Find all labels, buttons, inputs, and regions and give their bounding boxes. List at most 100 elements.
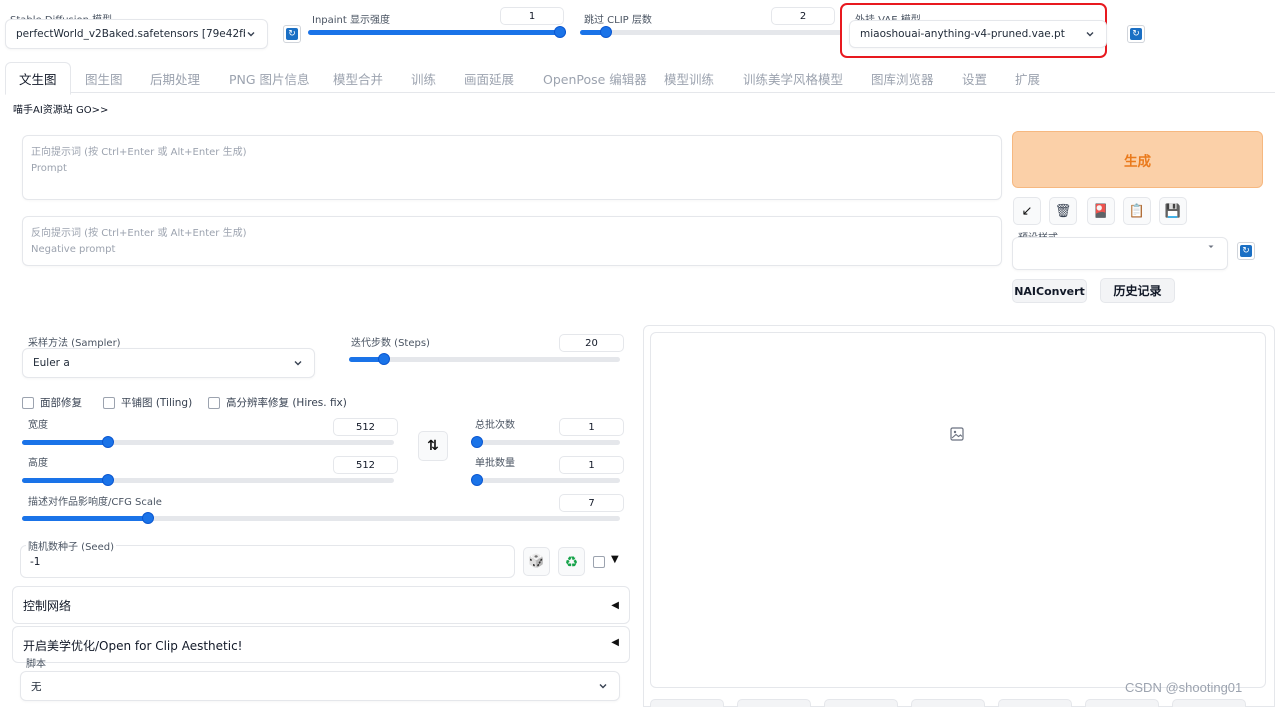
aesthetic-accordion[interactable]: 开启美学优化/Open for Clip Aesthetic! ◀	[12, 626, 630, 663]
tab-model-train[interactable]: 模型训练	[664, 69, 714, 88]
naiconvert-button[interactable]: NAIConvert	[1012, 279, 1087, 303]
steps-input[interactable]: 20	[559, 334, 624, 352]
clip-input[interactable]: 2	[771, 7, 835, 25]
random-seed-button[interactable]: 🎲	[523, 547, 550, 576]
show-extra-networks-button[interactable]: 🎴	[1087, 197, 1115, 225]
slider-thumb[interactable]	[600, 26, 613, 38]
refresh-styles-button[interactable]: ↻	[1237, 242, 1255, 260]
tab-aesthetic-train[interactable]: 训练美学风格模型	[743, 69, 843, 88]
styles-select[interactable]	[1012, 237, 1228, 270]
steps-label: 迭代步数 (Steps)	[351, 338, 430, 349]
slider-thumb[interactable]	[378, 353, 391, 365]
sampler-value: Euler a	[33, 357, 70, 369]
tiling-checkbox[interactable]: 平铺图 (Tiling)	[103, 395, 192, 410]
output-action-button[interactable]	[737, 699, 811, 707]
clear-prompt-button[interactable]: 🗑	[1049, 197, 1077, 225]
csdn-watermark: CSDN @shooting01	[1125, 680, 1243, 695]
generate-button[interactable]: 生成	[1012, 131, 1263, 188]
apply-style-button[interactable]: 📋	[1123, 197, 1151, 225]
tab-model-merge[interactable]: 模型合并	[333, 69, 383, 88]
refresh-vae-button[interactable]: ↻	[1127, 25, 1145, 43]
tab-png-info[interactable]: PNG 图片信息	[229, 69, 310, 88]
face-restore-checkbox[interactable]: 面部修复	[22, 395, 82, 410]
checkbox-box[interactable]	[208, 396, 220, 409]
batch-count-input[interactable]: 1	[559, 418, 624, 436]
batch-count-slider[interactable]	[471, 436, 620, 448]
read-params-button[interactable]: ↙	[1013, 197, 1041, 225]
tab-outpaint[interactable]: 画面延展	[464, 69, 514, 88]
sampler-select[interactable]: Euler a	[22, 348, 315, 378]
tab-txt2img[interactable]: 文生图	[5, 62, 71, 95]
cfg-label: 描述对作品影响度/CFG Scale	[28, 497, 162, 508]
output-action-button[interactable]	[650, 699, 724, 707]
reuse-seed-button[interactable]: ♻	[558, 547, 585, 576]
refresh-model-button[interactable]: ↻	[283, 25, 301, 43]
inpaint-label: Inpaint 显示强度	[312, 15, 390, 26]
script-select[interactable]: 无	[20, 671, 620, 701]
chevron-down-icon	[1086, 32, 1094, 37]
output-action-button[interactable]	[998, 699, 1072, 707]
output-action-button[interactable]	[911, 699, 985, 707]
cfg-input[interactable]: 7	[559, 494, 624, 512]
positive-prompt-input[interactable]: 正向提示词 (按 Ctrl+Enter 或 Alt+Enter 生成) Prom…	[22, 135, 1002, 200]
tab-settings[interactable]: 设置	[962, 69, 987, 88]
clip-slider[interactable]	[580, 26, 842, 38]
tab-img2img[interactable]: 图生图	[85, 69, 123, 88]
arrow-down-left-icon: ↙	[1021, 203, 1033, 219]
steps-slider[interactable]	[349, 353, 620, 365]
seed-label: 随机数种子 (Seed)	[26, 538, 116, 553]
cfg-slider-fill	[22, 516, 148, 521]
slider-thumb[interactable]	[471, 474, 483, 486]
chevron-down-icon	[599, 684, 607, 689]
height-label: 高度	[28, 458, 48, 469]
card-icon: 🎴	[1092, 203, 1110, 219]
negative-prompt-placeholder-en: Negative prompt	[31, 244, 116, 255]
slider-thumb[interactable]	[101, 436, 114, 448]
checkbox-box[interactable]	[22, 396, 34, 409]
height-slider[interactable]	[22, 474, 394, 486]
output-image-area	[650, 332, 1266, 688]
checkbox-box[interactable]	[103, 396, 115, 409]
sd-model-value: perfectWorld_v2Baked.safetensors [79e42f…	[16, 28, 245, 40]
output-action-button[interactable]	[824, 699, 898, 707]
slider-thumb[interactable]	[101, 474, 114, 486]
slider-thumb[interactable]	[471, 436, 483, 448]
swap-dimensions-button[interactable]: ⇅	[418, 431, 448, 461]
extra-seed-checkbox[interactable]	[593, 556, 605, 568]
slider-thumb[interactable]	[141, 512, 154, 524]
vae-select[interactable]: miaoshouai-anything-v4-pruned.vae.pt	[849, 20, 1107, 48]
width-input[interactable]: 512	[333, 418, 398, 436]
vae-value: miaoshouai-anything-v4-pruned.vae.pt	[860, 28, 1065, 40]
height-slider-fill	[22, 478, 108, 483]
output-action-button[interactable]	[1172, 699, 1246, 707]
tab-extras[interactable]: 后期处理	[150, 69, 200, 88]
tab-gallery[interactable]: 图库浏览器	[871, 69, 934, 88]
seed-input[interactable]: -1	[30, 556, 40, 568]
resource-site-link[interactable]: 喵手AI资源站 GO>>	[13, 101, 108, 116]
batch-size-label: 单批数量	[475, 458, 515, 469]
clipboard-icon: 📋	[1128, 203, 1146, 219]
output-action-button[interactable]	[1085, 699, 1159, 707]
tab-openpose[interactable]: OpenPose 编辑器	[543, 69, 647, 88]
sd-model-select[interactable]: perfectWorld_v2Baked.safetensors [79e42f…	[5, 19, 268, 49]
batch-size-slider[interactable]	[471, 474, 620, 486]
inpaint-slider[interactable]	[308, 26, 566, 38]
height-input[interactable]: 512	[333, 456, 398, 474]
hires-fix-checkbox[interactable]: 高分辨率修复 (Hires. fix)	[208, 395, 347, 410]
controlnet-accordion[interactable]: 控制网络 ◀	[12, 586, 630, 624]
batch-size-input[interactable]: 1	[559, 456, 624, 474]
negative-prompt-input[interactable]: 反向提示词 (按 Ctrl+Enter 或 Alt+Enter 生成) Nega…	[22, 216, 1002, 266]
width-slider[interactable]	[22, 436, 394, 448]
hires-fix-label: 高分辨率修复 (Hires. fix)	[226, 397, 347, 409]
tab-train[interactable]: 训练	[411, 69, 436, 88]
tiling-label: 平铺图 (Tiling)	[121, 397, 193, 409]
positive-prompt-placeholder: 正向提示词 (按 Ctrl+Enter 或 Alt+Enter 生成)	[31, 147, 247, 158]
inpaint-input[interactable]: 1	[500, 7, 564, 25]
tab-extensions[interactable]: 扩展	[1015, 69, 1040, 88]
slider-thumb[interactable]	[554, 26, 566, 38]
history-button[interactable]: 历史记录	[1100, 278, 1175, 303]
collapse-arrow-icon: ◀	[611, 637, 619, 648]
extra-seed-arrow-icon[interactable]: ▼	[611, 554, 619, 565]
cfg-slider[interactable]	[22, 512, 620, 524]
save-style-button[interactable]: 💾	[1159, 197, 1187, 225]
